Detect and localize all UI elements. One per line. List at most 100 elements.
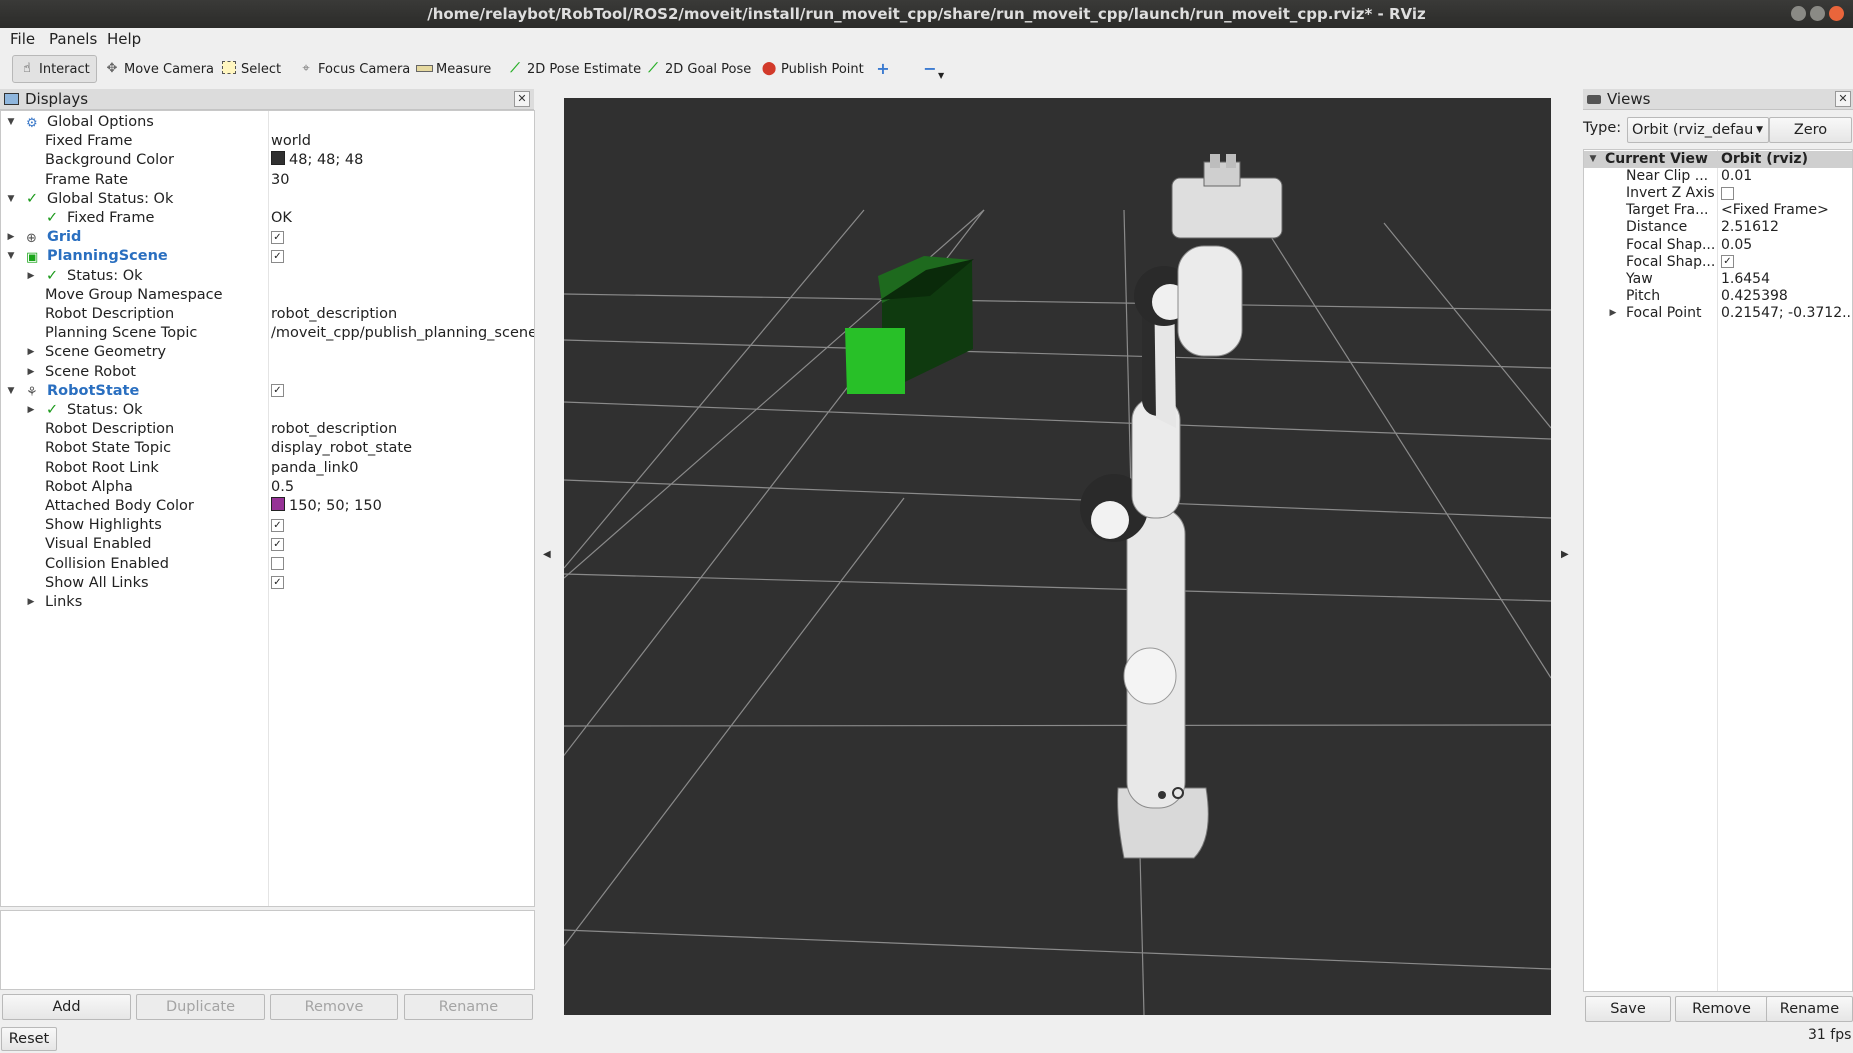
row-value: 30 xyxy=(271,171,290,188)
interact-tool[interactable]: ☝ Interact xyxy=(12,55,97,83)
rename-display-button[interactable]: Rename xyxy=(404,994,533,1020)
collapse-right-arrow-icon[interactable]: ▶ xyxy=(1561,549,1569,560)
view-row[interactable]: ▼ Current View Orbit (rviz) xyxy=(1584,151,1852,168)
views-tree[interactable]: ▼ Current View Orbit (rviz) Near Clip ... 0.… xyxy=(1583,149,1853,992)
close-window-button[interactable] xyxy=(1829,6,1844,21)
checkbox[interactable]: ✓ xyxy=(271,384,284,398)
checkbox[interactable] xyxy=(1721,186,1734,200)
select-tool[interactable]: Select xyxy=(221,57,281,81)
display-row-move-group-namespace[interactable]: Move Group Namespace xyxy=(1,286,534,305)
measure-tool[interactable]: Measure xyxy=(416,57,491,81)
row-value: robot_description xyxy=(271,421,398,438)
remove-display-button[interactable]: Remove xyxy=(270,994,398,1020)
display-row-planning-scene-topic[interactable]: Planning Scene Topic/moveit_cpp/publish_… xyxy=(1,324,534,343)
view-row[interactable]: Distance 2.51612 xyxy=(1584,219,1852,236)
color-swatch[interactable] xyxy=(271,151,285,166)
row-label: Collision Enabled xyxy=(45,555,169,572)
collapsed-arrow-icon[interactable]: ▶ xyxy=(26,267,36,286)
display-row-background-color[interactable]: Background Color 48; 48; 48 xyxy=(1,151,534,170)
display-row-grid-display[interactable]: ▶ ⊕ Grid ✓ xyxy=(1,228,534,247)
goal-pose-label: 2D Goal Pose xyxy=(665,61,752,77)
view-row[interactable]: Yaw 1.6454 xyxy=(1584,271,1852,288)
row-label: Visual Enabled xyxy=(45,536,152,553)
maximize-button[interactable] xyxy=(1810,6,1825,21)
checkbox[interactable] xyxy=(271,557,284,571)
view-row[interactable]: Focal Shap... 0.05 xyxy=(1584,237,1852,254)
display-row-scene-geometry[interactable]: ▶ Scene Geometry xyxy=(1,343,534,362)
add-display-button[interactable]: Add xyxy=(2,994,131,1020)
display-row-scene-robot[interactable]: ▶ Scene Robot xyxy=(1,363,534,382)
pose-estimate-tool[interactable]: ⟋ 2D Pose Estimate xyxy=(507,57,641,81)
goal-pose-tool[interactable]: ⟋ 2D Goal Pose xyxy=(645,57,751,81)
view-type-select[interactable]: Orbit (rviz_defau ▼ xyxy=(1627,117,1769,143)
save-view-button[interactable]: Save xyxy=(1585,996,1671,1022)
collapse-left-arrow-icon[interactable]: ◀ xyxy=(543,549,551,560)
display-row-robot-state-status[interactable]: ▶ ✓ Status: Ok xyxy=(1,401,534,420)
expanded-arrow-icon[interactable]: ▼ xyxy=(1588,151,1598,168)
minimize-button[interactable] xyxy=(1791,6,1806,21)
checkbox[interactable]: ✓ xyxy=(1721,255,1734,269)
checkbox[interactable]: ✓ xyxy=(271,230,284,244)
display-row-robot-state-topic[interactable]: Robot State Topic display_robot_state xyxy=(1,439,534,458)
menu-file[interactable]: File xyxy=(10,30,35,48)
add-tool-button[interactable]: + xyxy=(875,57,895,81)
color-swatch[interactable] xyxy=(271,497,285,511)
collapsed-arrow-icon[interactable]: ▶ xyxy=(1608,305,1618,322)
move-camera-tool[interactable]: ✥ Move Camera xyxy=(104,57,214,81)
dropdown-arrow-icon[interactable]: ▼ xyxy=(938,71,944,80)
display-row-robot-state-description[interactable]: Robot Description robot_description xyxy=(1,420,534,439)
remove-view-button[interactable]: Remove xyxy=(1675,996,1768,1022)
publish-point-tool[interactable]: ⬤ Publish Point xyxy=(761,57,864,81)
remove-tool-button[interactable]: − ▼ xyxy=(922,57,944,81)
collapsed-arrow-icon[interactable]: ▶ xyxy=(26,363,36,382)
focus-camera-tool[interactable]: ⌖ Focus Camera xyxy=(298,57,410,81)
checkbox[interactable]: ✓ xyxy=(271,537,284,551)
reset-button[interactable]: Reset xyxy=(1,1027,57,1051)
display-row-show-all-links[interactable]: Show All Links ✓ xyxy=(1,574,534,593)
view-row[interactable]: Invert Z Axis xyxy=(1584,185,1852,202)
view-row[interactable]: Pitch 0.425398 xyxy=(1584,288,1852,305)
expanded-arrow-icon[interactable]: ▼ xyxy=(6,247,16,266)
duplicate-display-button[interactable]: Duplicate xyxy=(136,994,265,1020)
collapsed-arrow-icon[interactable]: ▶ xyxy=(6,228,16,247)
display-row-show-highlights[interactable]: Show Highlights ✓ xyxy=(1,516,534,535)
display-row-frame-rate[interactable]: Frame Rate 30 xyxy=(1,171,534,190)
view-type-value: Orbit (rviz_defau xyxy=(1632,122,1754,138)
collapsed-arrow-icon[interactable]: ▶ xyxy=(26,401,36,420)
display-row-visual-enabled[interactable]: Visual Enabled ✓ xyxy=(1,535,534,554)
render-viewport[interactable] xyxy=(564,98,1551,1015)
display-row-links[interactable]: ▶ Links xyxy=(1,593,534,612)
checkbox[interactable]: ✓ xyxy=(271,249,284,263)
close-icon[interactable]: ✕ xyxy=(514,91,530,107)
display-row-global-status[interactable]: ▼ ✓ Global Status: Ok xyxy=(1,190,534,209)
menu-help[interactable]: Help xyxy=(107,30,141,48)
display-row-robot-alpha[interactable]: Robot Alpha 0.5 xyxy=(1,478,534,497)
menu-panels[interactable]: Panels xyxy=(49,30,97,48)
zero-view-button[interactable]: Zero xyxy=(1769,117,1852,143)
checkbox[interactable]: ✓ xyxy=(271,518,284,532)
display-row-attached-body-color[interactable]: Attached Body Color 150; 50; 150 xyxy=(1,497,534,516)
display-row-planning-scene-status[interactable]: ▶ ✓ Status: Ok xyxy=(1,267,534,286)
display-row-robot-state-display[interactable]: ▼ ⚘ RobotState ✓ xyxy=(1,382,534,401)
expanded-arrow-icon[interactable]: ▼ xyxy=(6,190,16,209)
view-row[interactable]: ▶ Focal Point 0.21547; -0.3712... xyxy=(1584,305,1852,322)
view-row[interactable]: Focal Shap... ✓ xyxy=(1584,254,1852,271)
view-row[interactable]: Target Fra... <Fixed Frame> xyxy=(1584,202,1852,219)
row-label: Robot State Topic xyxy=(45,440,172,457)
display-row-planning-robot-description[interactable]: Robot Description robot_description xyxy=(1,305,534,324)
display-row-fixed-frame[interactable]: Fixed Frame world xyxy=(1,132,534,151)
checkbox[interactable]: ✓ xyxy=(271,576,284,590)
rename-view-button[interactable]: Rename xyxy=(1766,996,1853,1022)
display-row-collision-enabled[interactable]: Collision Enabled xyxy=(1,555,534,574)
display-row-fixed-frame-status[interactable]: ✓ Fixed Frame OK xyxy=(1,209,534,228)
display-row-global-options[interactable]: ▼ ⚙ Global Options xyxy=(1,113,534,132)
expanded-arrow-icon[interactable]: ▼ xyxy=(6,382,16,401)
close-icon[interactable]: ✕ xyxy=(1835,91,1851,107)
view-row[interactable]: Near Clip ... 0.01 xyxy=(1584,168,1852,185)
collapsed-arrow-icon[interactable]: ▶ xyxy=(26,593,36,612)
displays-tree[interactable]: ▼ ⚙ Global Options Fixed Frame world Backgrou… xyxy=(0,110,535,907)
display-row-planning-scene-display[interactable]: ▼ ▣ PlanningScene ✓ xyxy=(1,247,534,266)
display-row-robot-root-link[interactable]: Robot Root Link panda_link0 xyxy=(1,459,534,478)
expanded-arrow-icon[interactable]: ▼ xyxy=(6,113,16,132)
collapsed-arrow-icon[interactable]: ▶ xyxy=(26,343,36,362)
